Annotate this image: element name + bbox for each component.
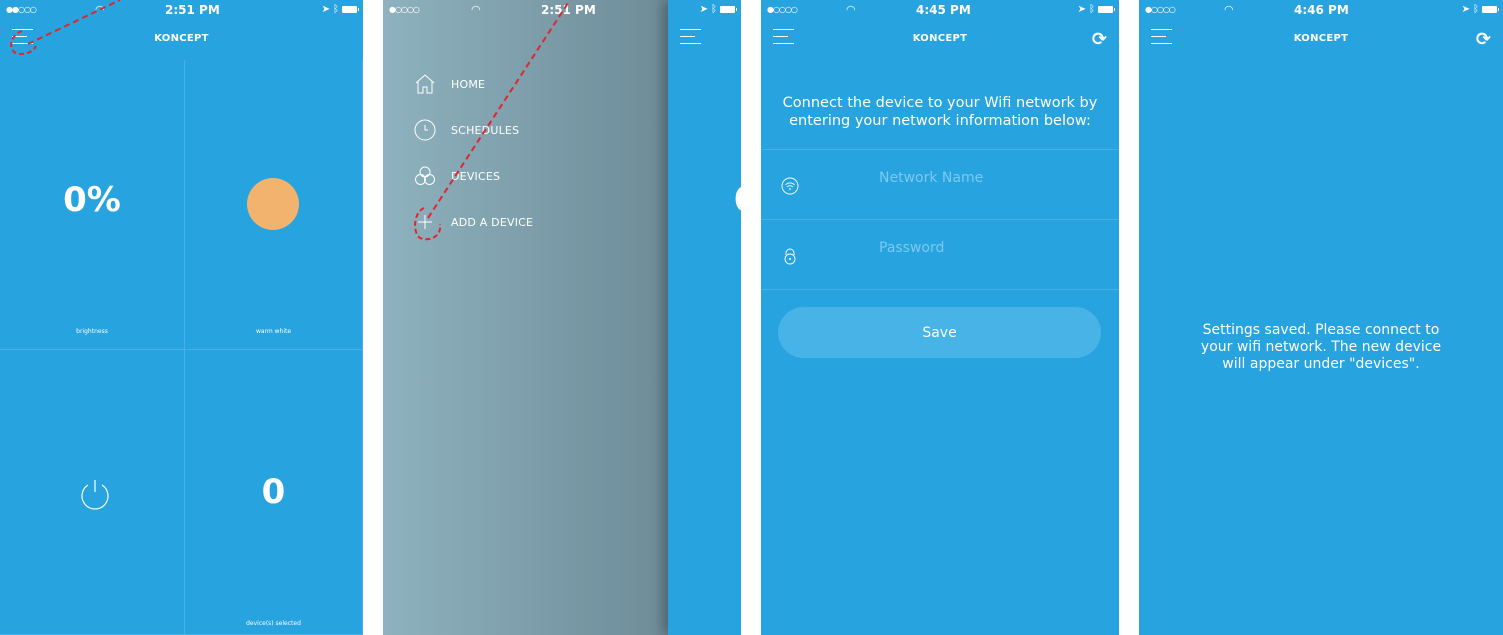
wifi-icon: ◠ (846, 3, 856, 16)
warm-white-label: warm white (255, 328, 292, 335)
menu-item-add-device[interactable]: ADD A DEVICE (413, 210, 533, 234)
battery-icon (720, 6, 737, 13)
refresh-icon[interactable]: ⟳ (1476, 29, 1491, 50)
refresh-icon[interactable]: ⟳ (1092, 29, 1107, 50)
status-time: 4:45 PM (916, 3, 971, 17)
warm-white-swatch[interactable] (247, 178, 299, 230)
nav-bar: KONCEPT ⟳ (1139, 20, 1503, 60)
signal-indicator: ●○○○○ (767, 5, 798, 14)
plus-icon (418, 215, 432, 229)
wifi-instruction: Connect the device to your Wifi network … (782, 95, 1098, 129)
status-right: ➤ ᛒ (321, 4, 359, 15)
network-name-input[interactable] (879, 170, 1099, 186)
menu-item-schedules[interactable]: SCHEDULES (413, 118, 519, 142)
devices-icon (415, 166, 435, 185)
status-bar: ●●○○○ ◠ 2:51 PM ➤ ᛒ (0, 0, 363, 20)
location-icon: ➤ (1077, 4, 1086, 15)
status-time: 4:46 PM (1294, 3, 1349, 17)
power-tile[interactable] (0, 350, 185, 635)
wifi-setup-screen: ●○○○○ ◠ 4:45 PM ➤ ᛒ KONCEPT ⟳ Connect th… (761, 0, 1119, 635)
devices-selected-tile[interactable]: 0 device(s) selected (185, 350, 363, 635)
signal-indicator: ●○○○○ (389, 5, 420, 14)
bluetooth-icon: ᛒ (333, 4, 339, 15)
menu-label-add-device: ADD A DEVICE (451, 215, 534, 229)
nav-bar: KONCEPT ⟳ (761, 20, 1119, 60)
power-icon[interactable] (78, 478, 112, 512)
battery-icon (1098, 6, 1115, 13)
bluetooth-icon: ᛒ (711, 4, 717, 15)
menu-label-home: HOME (451, 77, 486, 91)
bluetooth-icon: ᛒ (1473, 4, 1479, 15)
wifi-icon (781, 177, 799, 195)
menu-icon[interactable] (680, 29, 701, 45)
battery-icon (1482, 6, 1499, 13)
menu-screen: HOME SCHEDULES DEVICES ADD A DEVICE ●○○○… (383, 0, 741, 635)
signal-indicator: ●○○○○ (1145, 5, 1176, 14)
side-menu: HOME SCHEDULES DEVICES ADD A DEVICE (383, 0, 668, 635)
app-title: KONCEPT (1293, 33, 1349, 44)
menu-item-home[interactable]: HOME (413, 72, 485, 96)
menu-label-devices: DEVICES (451, 169, 501, 183)
network-name-field[interactable] (761, 149, 1119, 219)
signal-indicator: ●●○○○ (6, 5, 37, 14)
home-peek-panel[interactable]: 0 (668, 0, 741, 635)
home-screen: ●●○○○ ◠ 2:51 PM ➤ ᛒ KONCEPT 0% brightnes… (0, 0, 363, 635)
nav-bar: KONCEPT (0, 20, 363, 60)
peek-value: 0 (734, 180, 741, 220)
menu-label-schedules: SCHEDULES (451, 123, 520, 137)
save-button[interactable]: Save (778, 307, 1101, 358)
app-title: KONCEPT (912, 33, 968, 44)
lock-icon (784, 248, 796, 265)
wifi-icon: ◠ (1224, 3, 1234, 16)
settings-saved-screen: ●○○○○ ◠ 4:46 PM ➤ ᛒ KONCEPT ⟳ Settings s… (1139, 0, 1503, 635)
status-right: ➤ ᛒ (699, 4, 737, 15)
settings-saved-message: Settings saved. Please connect to your w… (1200, 322, 1442, 372)
status-bar: ●○○○○ ◠ 4:45 PM ➤ ᛒ (761, 0, 1119, 20)
status-right: ➤ ᛒ (1077, 4, 1115, 15)
devices-selected-value: 0 (261, 472, 286, 512)
brightness-label: brightness (76, 328, 108, 335)
menu-item-devices[interactable]: DEVICES (413, 164, 500, 188)
bluetooth-icon: ᛒ (1089, 4, 1095, 15)
location-icon: ➤ (321, 4, 330, 15)
status-time: 2:51 PM (165, 3, 220, 17)
location-icon: ➤ (699, 4, 708, 15)
clock-icon (414, 119, 436, 141)
wifi-icon: ◠ (471, 3, 481, 16)
app-title: KONCEPT (154, 33, 209, 44)
status-bar: ●○○○○ ◠ 2:51 PM ➤ ᛒ (383, 0, 741, 20)
home-icon (415, 74, 435, 94)
location-icon: ➤ (1461, 4, 1470, 15)
status-time: 2:51 PM (541, 3, 596, 17)
status-bar: ●○○○○ ◠ 4:46 PM ➤ ᛒ (1139, 0, 1503, 20)
password-input[interactable] (879, 240, 1099, 256)
wifi-icon: ◠ (95, 3, 105, 16)
password-field[interactable] (761, 219, 1119, 289)
brightness-value: 0% (63, 180, 121, 220)
devices-selected-label: device(s) selected (246, 620, 301, 627)
battery-icon (342, 6, 359, 13)
brightness-tile[interactable]: 0% brightness (0, 60, 185, 350)
status-right: ➤ ᛒ (1461, 4, 1499, 15)
warm-white-tile[interactable]: warm white (185, 60, 363, 350)
form-divider (761, 289, 1119, 290)
